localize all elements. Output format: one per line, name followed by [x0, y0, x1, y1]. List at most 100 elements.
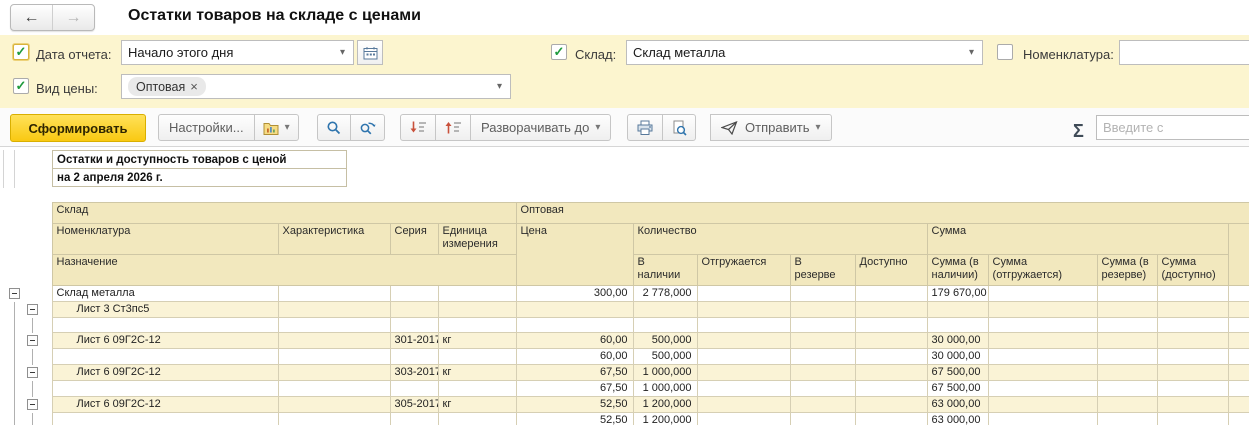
cell-sum-reserve[interactable]: [1096, 380, 1158, 397]
nomenclature-input[interactable]: [1119, 40, 1249, 65]
cell-extra[interactable]: [1227, 396, 1249, 413]
expander-icon[interactable]: [9, 287, 20, 299]
cell-qty-in-stock[interactable]: [632, 317, 698, 333]
cell-characteristic[interactable]: [277, 332, 391, 349]
cell-unit[interactable]: кг: [437, 396, 517, 413]
price-kind-checkbox[interactable]: ✓: [13, 78, 29, 94]
cell-qty-shipping[interactable]: [696, 285, 791, 302]
chevron-down-icon[interactable]: ▾: [961, 41, 982, 64]
cell-sum-available[interactable]: [1156, 412, 1229, 425]
cell-name[interactable]: Лист 6 09Г2С-12: [51, 332, 279, 349]
cell-qty-reserve[interactable]: [789, 364, 856, 381]
search-button[interactable]: [317, 114, 351, 141]
tag-remove-icon[interactable]: ×: [190, 79, 198, 94]
cell-sum-available[interactable]: [1156, 364, 1229, 381]
report-date-input[interactable]: Начало этого дня ▾: [121, 40, 354, 65]
quick-sum-input[interactable]: [1096, 115, 1249, 140]
cell-sum-available[interactable]: [1156, 301, 1229, 318]
cell-characteristic[interactable]: [277, 380, 391, 397]
cell-qty-in-stock[interactable]: 1 000,000: [632, 380, 698, 397]
cell-series[interactable]: [389, 348, 439, 365]
cell-sum-available[interactable]: [1156, 332, 1229, 349]
cell-sum-shipping[interactable]: [987, 332, 1098, 349]
cell-unit[interactable]: [437, 317, 517, 333]
cell-extra[interactable]: [1227, 348, 1249, 365]
forward-button[interactable]: →: [52, 5, 94, 30]
cell-name[interactable]: [51, 348, 279, 365]
cell-qty-available[interactable]: [854, 380, 928, 397]
warehouse-input[interactable]: Склад металла ▾: [626, 40, 983, 65]
cell-qty-shipping[interactable]: [696, 412, 791, 425]
cell-unit[interactable]: [437, 285, 517, 302]
report-variants-button[interactable]: ▾: [253, 114, 299, 141]
cell-characteristic[interactable]: [277, 396, 391, 413]
cell-qty-reserve[interactable]: [789, 285, 856, 302]
cell-sum-reserve[interactable]: [1096, 396, 1158, 413]
cell-qty-available[interactable]: [854, 412, 928, 425]
cell-qty-reserve[interactable]: [789, 412, 856, 425]
cell-extra[interactable]: [1227, 412, 1249, 425]
cell-qty-shipping[interactable]: [696, 348, 791, 365]
cell-price[interactable]: 67,50: [515, 380, 634, 397]
cell-qty-available[interactable]: [854, 317, 928, 333]
price-kind-input[interactable]: Оптовая × ▾: [121, 74, 511, 99]
cell-sum-in-stock[interactable]: [926, 301, 989, 318]
calendar-button[interactable]: [357, 40, 383, 65]
cell-qty-reserve[interactable]: [789, 396, 856, 413]
cell-qty-reserve[interactable]: [789, 301, 856, 318]
cell-characteristic[interactable]: [277, 364, 391, 381]
cell-extra[interactable]: [1227, 364, 1249, 381]
cell-price[interactable]: 60,00: [515, 332, 634, 349]
cell-sum-available[interactable]: [1156, 396, 1229, 413]
cell-sum-reserve[interactable]: [1096, 332, 1158, 349]
cell-series[interactable]: [389, 317, 439, 333]
cell-sum-in-stock[interactable]: 63 000,00: [926, 412, 989, 425]
expand-to-button[interactable]: Разворачивать до ▾: [470, 114, 612, 141]
expander-icon[interactable]: [27, 334, 38, 346]
cell-characteristic[interactable]: [277, 301, 391, 318]
cell-price[interactable]: [515, 317, 634, 333]
cell-qty-shipping[interactable]: [696, 380, 791, 397]
cell-extra[interactable]: [1227, 380, 1249, 397]
cell-name[interactable]: [51, 317, 279, 333]
expander-icon[interactable]: [27, 303, 38, 315]
cell-characteristic[interactable]: [277, 317, 391, 333]
cell-price[interactable]: 300,00: [515, 285, 634, 302]
cell-name[interactable]: Склад металла: [51, 285, 279, 302]
cell-series[interactable]: 301-2017: [389, 332, 439, 349]
cell-qty-reserve[interactable]: [789, 348, 856, 365]
cell-sum-reserve[interactable]: [1096, 412, 1158, 425]
cell-sum-shipping[interactable]: [987, 285, 1098, 302]
cell-qty-shipping[interactable]: [696, 317, 791, 333]
cell-unit[interactable]: кг: [437, 364, 517, 381]
cell-qty-in-stock[interactable]: [632, 301, 698, 318]
cell-sum-reserve[interactable]: [1096, 301, 1158, 318]
print-button[interactable]: [627, 114, 663, 141]
repeat-search-button[interactable]: [350, 114, 385, 141]
cell-sum-available[interactable]: [1156, 285, 1229, 302]
expander-icon[interactable]: [27, 366, 38, 378]
cell-extra[interactable]: [1227, 332, 1249, 349]
cell-sum-available[interactable]: [1156, 348, 1229, 365]
settings-button[interactable]: Настройки...: [158, 114, 255, 141]
cell-sum-shipping[interactable]: [987, 301, 1098, 318]
cell-qty-shipping[interactable]: [696, 364, 791, 381]
price-kind-tag[interactable]: Оптовая ×: [128, 77, 206, 96]
expander-icon[interactable]: [27, 398, 38, 410]
cell-price[interactable]: [515, 301, 634, 318]
cell-sum-in-stock[interactable]: 179 670,00: [926, 285, 989, 302]
cell-unit[interactable]: [437, 301, 517, 318]
cell-qty-in-stock[interactable]: 500,000: [632, 348, 698, 365]
cell-price[interactable]: 67,50: [515, 364, 634, 381]
cell-qty-shipping[interactable]: [696, 301, 791, 318]
cell-qty-shipping[interactable]: [696, 396, 791, 413]
cell-sum-shipping[interactable]: [987, 380, 1098, 397]
cell-price[interactable]: 52,50: [515, 396, 634, 413]
cell-qty-available[interactable]: [854, 301, 928, 318]
cell-sum-shipping[interactable]: [987, 348, 1098, 365]
cell-series[interactable]: [389, 301, 439, 318]
cell-sum-in-stock[interactable]: 67 500,00: [926, 364, 989, 381]
cell-characteristic[interactable]: [277, 285, 391, 302]
cell-extra[interactable]: [1227, 317, 1249, 333]
cell-unit[interactable]: [437, 348, 517, 365]
